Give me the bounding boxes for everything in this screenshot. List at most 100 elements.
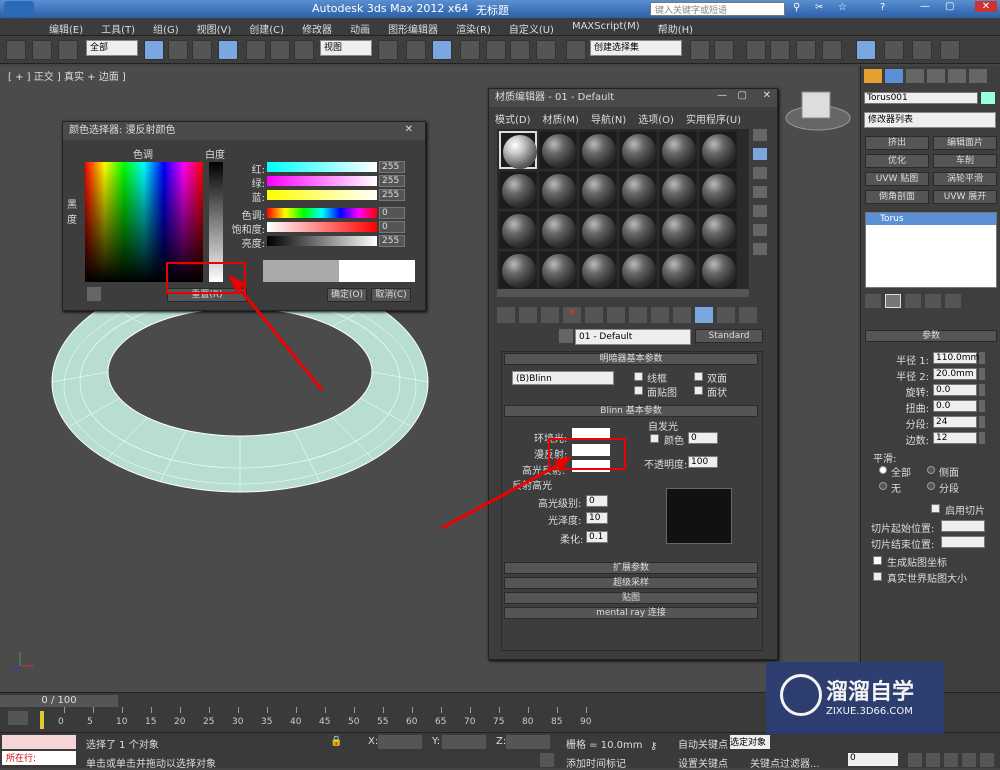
menu-item[interactable]: 工具(T) [92, 21, 144, 36]
close-icon[interactable]: ✕ [405, 124, 413, 135]
zoom-icon[interactable] [908, 753, 922, 767]
menu-item[interactable]: 创建(C) [240, 21, 293, 36]
y-field[interactable] [442, 735, 486, 749]
layer-manager-icon[interactable] [746, 40, 766, 60]
curve-editor-icon[interactable] [796, 40, 816, 60]
link-icon[interactable] [6, 40, 26, 60]
spinner-arrows-icon[interactable] [979, 416, 985, 428]
menu-item[interactable]: 动画 [341, 21, 379, 36]
maximize-viewport-icon[interactable] [980, 753, 994, 767]
slice-on-checkbox[interactable] [931, 504, 940, 513]
z-field[interactable] [506, 735, 550, 749]
menu-item[interactable]: 自定义(U) [500, 21, 563, 36]
params-rollout[interactable]: 参数 [865, 330, 997, 342]
menu-item[interactable]: 渲染(R) [447, 21, 500, 36]
param-field[interactable]: 24 [933, 416, 977, 428]
sample-slot[interactable] [659, 211, 697, 249]
material-menu-item[interactable]: 选项(O) [632, 109, 680, 126]
object-color-swatch[interactable] [981, 92, 995, 104]
search-icon[interactable]: ⚲ [793, 2, 800, 13]
make-unique-icon[interactable] [607, 307, 625, 323]
menu-item[interactable]: 图形编辑器 [379, 21, 447, 36]
show-end-result-icon[interactable] [695, 307, 713, 323]
sample-slot[interactable] [499, 131, 537, 169]
material-menu-item[interactable]: 模式(D) [489, 109, 537, 126]
search-input[interactable]: 键入关键字或短语 [650, 2, 785, 16]
sample-slot[interactable] [619, 171, 657, 209]
collapsed-rollout[interactable]: 超级采样 [504, 577, 758, 589]
channel-slider[interactable] [267, 176, 377, 186]
eyedropper-icon[interactable] [87, 287, 101, 301]
schematic-view-icon[interactable] [822, 40, 842, 60]
channel-slider[interactable] [267, 208, 377, 218]
material-menu-item[interactable]: 实用程序(U) [680, 109, 747, 126]
graphite-icon[interactable] [770, 40, 790, 60]
sample-slot[interactable] [619, 251, 657, 289]
sample-slot[interactable] [619, 131, 657, 169]
menu-item[interactable]: 视图(V) [188, 21, 241, 36]
menu-item[interactable]: 修改器 [293, 21, 341, 36]
channel-slider[interactable] [267, 162, 377, 172]
minimize-icon[interactable]: — [717, 90, 727, 101]
sample-slot[interactable] [619, 211, 657, 249]
channel-field[interactable]: 0 [379, 207, 405, 219]
track-bar-icon[interactable] [8, 711, 28, 725]
shader-option-checkbox[interactable] [634, 386, 643, 395]
x-field[interactable] [378, 735, 422, 749]
soften-field[interactable]: 0.1 [586, 531, 608, 543]
ok-button[interactable]: 确定(O) [327, 288, 367, 302]
sample-slot[interactable] [539, 251, 577, 289]
backlight-icon[interactable] [753, 148, 767, 160]
channel-field[interactable]: 255 [379, 161, 405, 173]
remove-modifier-icon[interactable] [925, 294, 941, 308]
render-icon[interactable] [940, 40, 960, 60]
put-to-scene-icon[interactable] [519, 307, 537, 323]
angle-snap-icon[interactable] [486, 40, 506, 60]
sample-slot[interactable] [659, 171, 697, 209]
bind-spacewarp-icon[interactable] [58, 40, 78, 60]
align-icon[interactable] [714, 40, 734, 60]
show-in-viewport-icon[interactable] [673, 307, 691, 323]
sample-slot[interactable] [579, 131, 617, 169]
spinner-arrows-icon[interactable] [979, 368, 985, 380]
spec-level-field[interactable]: 0 [586, 495, 608, 507]
modifier-button[interactable]: 编辑面片 [933, 136, 997, 150]
shader-rollout[interactable]: 明暗器基本参数 [504, 353, 758, 365]
real-world-checkbox[interactable] [873, 572, 882, 581]
gloss-field[interactable]: 10 [586, 512, 608, 524]
select-by-name-icon[interactable] [168, 40, 188, 60]
utilities-tab-icon[interactable] [969, 69, 987, 83]
modifier-button[interactable]: UVW 展开 [933, 190, 997, 204]
display-tab-icon[interactable] [948, 69, 966, 83]
assign-material-icon[interactable] [541, 307, 559, 323]
sample-slot[interactable] [699, 251, 737, 289]
viewcube-icon[interactable] [785, 91, 851, 131]
param-field[interactable]: 20.0mm [933, 368, 977, 380]
smooth-radio[interactable] [879, 466, 887, 474]
collapsed-rollout[interactable]: mental ray 连接 [504, 607, 758, 619]
material-id-icon[interactable] [651, 307, 669, 323]
collapsed-rollout[interactable]: 扩展参数 [504, 562, 758, 574]
spinner-arrows-icon[interactable] [979, 400, 985, 412]
zoom-all-icon[interactable] [926, 753, 940, 767]
maximize-icon[interactable]: ▢ [945, 1, 954, 12]
modify-tab-icon[interactable] [885, 69, 903, 83]
sample-slot[interactable] [699, 171, 737, 209]
spinner-arrows-icon[interactable] [979, 432, 985, 444]
background-icon[interactable] [753, 167, 767, 179]
make-preview-icon[interactable] [753, 224, 767, 236]
close-icon[interactable]: ✕ [975, 1, 997, 12]
horizontal-scrollbar[interactable] [497, 289, 749, 297]
sample-slot[interactable] [539, 211, 577, 249]
slice-to-field[interactable] [941, 536, 985, 548]
self-illum-color-checkbox[interactable] [650, 434, 659, 443]
material-menu-item[interactable]: 导航(N) [585, 109, 632, 126]
menu-item[interactable]: 组(G) [144, 21, 188, 36]
material-editor-icon[interactable] [856, 40, 876, 60]
shader-option-checkbox[interactable] [634, 372, 643, 381]
get-material-icon[interactable] [497, 307, 515, 323]
motion-tab-icon[interactable] [927, 69, 945, 83]
rect-region-icon[interactable] [192, 40, 212, 60]
sample-slot[interactable] [499, 251, 537, 289]
menu-item[interactable]: MAXScript(M) [563, 21, 649, 36]
